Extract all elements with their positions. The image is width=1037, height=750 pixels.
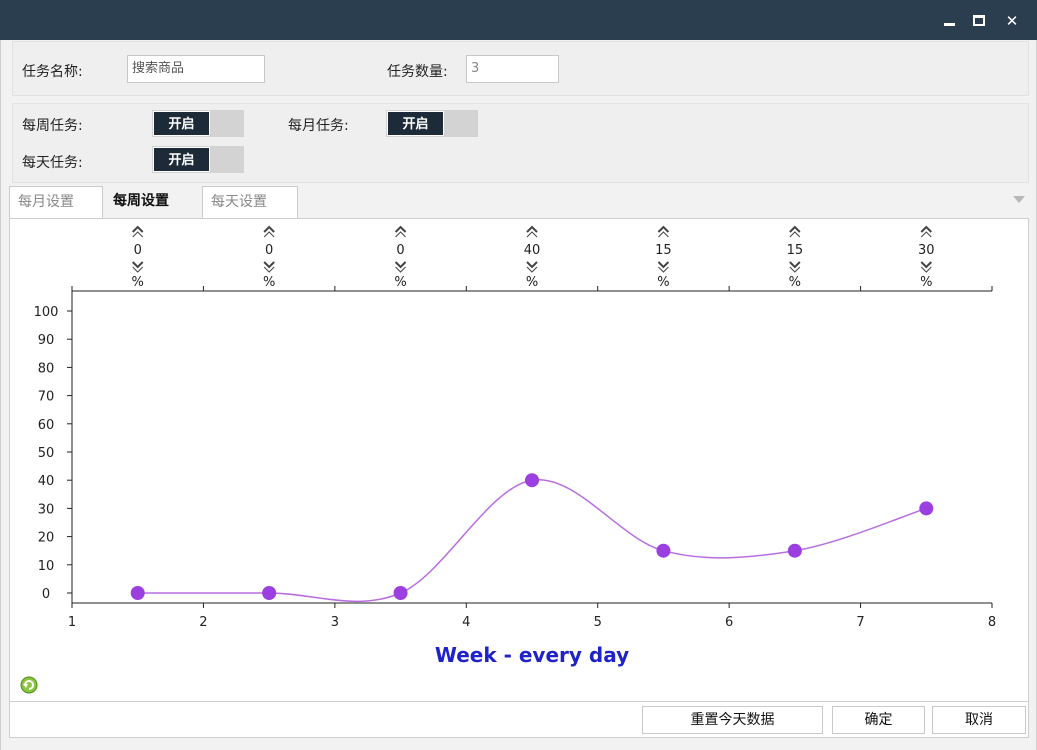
- y-tick-label: 20: [38, 531, 55, 546]
- daily-toggle-state: 开启: [153, 147, 210, 172]
- series-line: [137, 479, 927, 603]
- x-tick-label: 5: [594, 615, 602, 630]
- weekly-chart-panel: 1 2 3 4 5 6 7 8 0 10 20 30 40 50 60 70 80 90 100 0% 0% 0% 40% 1…: [9, 218, 1029, 702]
- y-tick-label: 100: [34, 305, 59, 320]
- chevron-down-icon[interactable]: [789, 261, 801, 269]
- tab-monthly-settings[interactable]: 每月设置: [9, 186, 103, 218]
- daily-task-label: 每天任务:: [22, 155, 83, 171]
- dialog-footer: 重置今天数据 确定 取消: [9, 702, 1029, 738]
- x-tick-label: 6: [725, 615, 733, 630]
- value-unit-label: %: [920, 275, 932, 290]
- refresh-icon[interactable]: [19, 675, 39, 695]
- task-info-panel: 任务名称: 搜索商品 任务数量: 3: [12, 41, 1029, 96]
- x-tick-label: 1: [68, 615, 76, 630]
- task-count-field[interactable]: 3: [466, 55, 559, 83]
- daily-task-toggle[interactable]: 开启: [152, 146, 244, 173]
- y-tick-label: 0: [42, 587, 50, 602]
- dialog-body: 任务名称: 搜索商品 任务数量: 3 每周任务: 开启 每月任务: 开启 每天任…: [0, 40, 1037, 750]
- tab-daily-settings[interactable]: 每天设置: [202, 186, 298, 218]
- title-bar: ✕: [0, 0, 1037, 40]
- y-tick-label: 90: [38, 333, 55, 348]
- chevron-down-icon[interactable]: [526, 261, 538, 269]
- y-tick-label: 60: [38, 418, 55, 433]
- chevron-up-icon: [658, 231, 669, 238]
- weekly-task-label: 每周任务:: [22, 118, 83, 134]
- tab-weekly-settings[interactable]: 每周设置: [105, 186, 201, 218]
- chevron-up-icon: [920, 231, 932, 238]
- cancel-button[interactable]: 取消: [932, 706, 1026, 734]
- weekly-distribution-chart: 1 2 3 4 5 6 7 801020304050607080901000%0%0%40%1…: [34, 225, 996, 667]
- maximize-icon[interactable]: [968, 10, 990, 32]
- data-point[interactable]: [787, 543, 802, 558]
- value-unit-label: %: [657, 275, 669, 290]
- chevron-up-icon[interactable]: [920, 225, 932, 233]
- chevron-down-icon[interactable]: [920, 261, 932, 269]
- task-name-field[interactable]: 搜索商品: [127, 55, 265, 83]
- data-point[interactable]: [656, 543, 671, 558]
- chevron-up-icon[interactable]: [263, 225, 275, 233]
- chevron-down-icon[interactable]: [132, 261, 144, 269]
- chevron-down-icon[interactable]: [394, 261, 407, 269]
- x-tick-label: 4: [462, 615, 470, 630]
- value-label: 15: [787, 243, 804, 258]
- task-name-label: 任务名称:: [22, 64, 83, 80]
- y-tick-label: 50: [38, 446, 55, 461]
- dropdown-arrow-icon[interactable]: [1013, 196, 1025, 203]
- value-label: 40: [524, 243, 541, 258]
- y-tick-label: 10: [38, 559, 55, 574]
- chevron-up-icon: [132, 231, 144, 238]
- confirm-button[interactable]: 确定: [832, 706, 925, 734]
- task-count-label: 任务数量:: [387, 64, 448, 80]
- chevron-up-icon[interactable]: [657, 225, 670, 233]
- task-switch-panel: 每周任务: 开启 每月任务: 开启 每天任务: 开启: [12, 103, 1029, 183]
- data-point[interactable]: [130, 586, 145, 600]
- chevron-up-icon[interactable]: [789, 225, 801, 233]
- monthly-task-label: 每月任务:: [288, 118, 349, 134]
- x-tick-label: 7: [856, 615, 864, 630]
- monthly-toggle-state: 开启: [387, 111, 444, 136]
- value-label: 0: [134, 243, 142, 258]
- y-tick-label: 30: [38, 502, 55, 517]
- value-label: 15: [655, 243, 672, 258]
- weekly-task-toggle[interactable]: 开启: [152, 110, 244, 137]
- x-tick-label: 2: [199, 615, 207, 630]
- value-label: 0: [396, 243, 404, 258]
- value-label: 30: [918, 243, 935, 258]
- y-tick-label: 40: [38, 474, 55, 489]
- data-point[interactable]: [262, 586, 277, 600]
- x-tick-label: 3: [331, 615, 339, 630]
- x-tick-label: 8: [988, 615, 996, 630]
- y-tick-label: 80: [38, 361, 55, 376]
- chevron-down-icon[interactable]: [263, 261, 275, 269]
- chevron-up-icon: [789, 231, 801, 238]
- data-point[interactable]: [525, 473, 539, 488]
- x-axis-title: Week - every day: [435, 643, 629, 667]
- chevron-up-icon[interactable]: [526, 225, 538, 233]
- data-point[interactable]: [919, 501, 934, 516]
- chevron-down-icon[interactable]: [657, 261, 670, 269]
- value-unit-label: %: [263, 275, 275, 290]
- reset-today-button[interactable]: 重置今天数据: [642, 706, 823, 734]
- value-unit-label: %: [132, 275, 144, 290]
- data-point[interactable]: [393, 586, 408, 600]
- value-unit-label: %: [789, 275, 801, 290]
- value-label: 0: [265, 243, 273, 258]
- monthly-task-toggle[interactable]: 开启: [386, 110, 478, 137]
- minimize-icon[interactable]: [938, 10, 960, 32]
- chevron-up-icon: [526, 231, 538, 238]
- chevron-up-icon[interactable]: [394, 225, 407, 233]
- weekly-toggle-state: 开启: [153, 111, 210, 136]
- chevron-up-icon: [395, 231, 406, 238]
- chevron-up-icon[interactable]: [132, 225, 144, 233]
- chevron-up-icon: [263, 231, 275, 238]
- value-unit-label: %: [394, 275, 406, 290]
- y-tick-label: 70: [38, 390, 55, 405]
- settings-tabs: 每月设置 每周设置 每天设置: [9, 184, 1029, 218]
- close-icon[interactable]: ✕: [1001, 10, 1023, 32]
- value-unit-label: %: [526, 275, 538, 290]
